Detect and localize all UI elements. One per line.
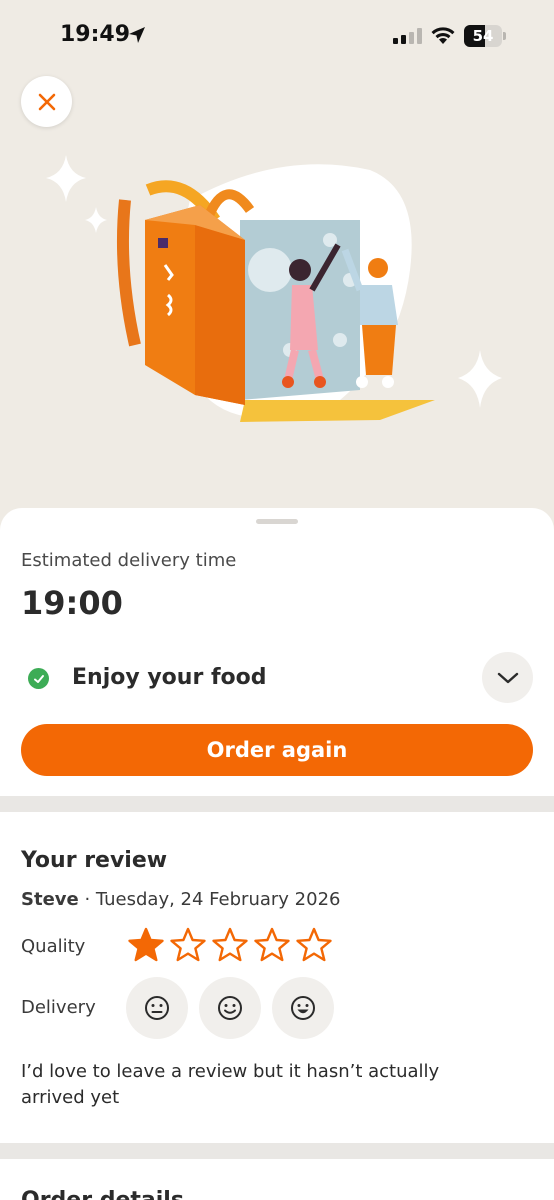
delivery-smile-button[interactable] (199, 977, 261, 1039)
wifi-icon (431, 27, 455, 44)
star-empty-icon[interactable] (295, 926, 333, 964)
review-meta: Steve · Tuesday, 24 February 2026 (21, 889, 340, 910)
quality-rating (127, 926, 333, 964)
estimated-delivery-label: Estimated delivery time (21, 550, 237, 571)
status-time: 19:49 (60, 22, 131, 47)
expand-status-button[interactable] (482, 652, 533, 703)
order-details-title: Order details (21, 1188, 184, 1200)
close-button[interactable] (21, 76, 72, 127)
estimated-delivery-time: 19:00 (21, 584, 123, 622)
sheet-grabber[interactable] (256, 519, 298, 524)
delivery-label: Delivery (21, 997, 96, 1018)
status-bar: 19:49 54 (0, 0, 554, 72)
delivery-grin-button[interactable] (272, 977, 334, 1039)
order-status-row: Enjoy your food (0, 652, 554, 704)
star-empty-icon[interactable] (253, 926, 291, 964)
section-divider (0, 1143, 554, 1159)
section-divider (0, 796, 554, 812)
order-status-sheet: Estimated delivery time 19:00 Enjoy your… (0, 508, 554, 1200)
star-filled-icon[interactable] (127, 926, 165, 964)
delivery-neutral-button[interactable] (126, 977, 188, 1039)
neutral-face-icon (145, 996, 169, 1020)
review-author: Steve (21, 889, 79, 910)
battery-level: 54 (472, 27, 494, 45)
star-empty-icon[interactable] (169, 926, 207, 964)
delivery-bag-illustration (46, 155, 502, 422)
quality-label: Quality (21, 936, 86, 957)
battery-icon: 54 (464, 25, 506, 47)
star-empty-icon[interactable] (211, 926, 249, 964)
grin-face-icon (291, 996, 315, 1020)
check-icon (28, 668, 49, 689)
close-icon (38, 93, 55, 110)
review-text: I’d love to leave a review but it hasn’t… (21, 1061, 440, 1108)
smile-face-icon (218, 996, 242, 1020)
signal-icon (393, 28, 422, 44)
delivery-rating (126, 977, 334, 1039)
chevron-down-icon (497, 672, 518, 683)
order-again-button[interactable]: Order again (21, 724, 533, 776)
order-status-text: Enjoy your food (72, 665, 267, 690)
location-arrow-icon (129, 27, 145, 43)
review-title: Your review (21, 848, 168, 873)
review-date: · Tuesday, 24 February 2026 (78, 889, 341, 910)
